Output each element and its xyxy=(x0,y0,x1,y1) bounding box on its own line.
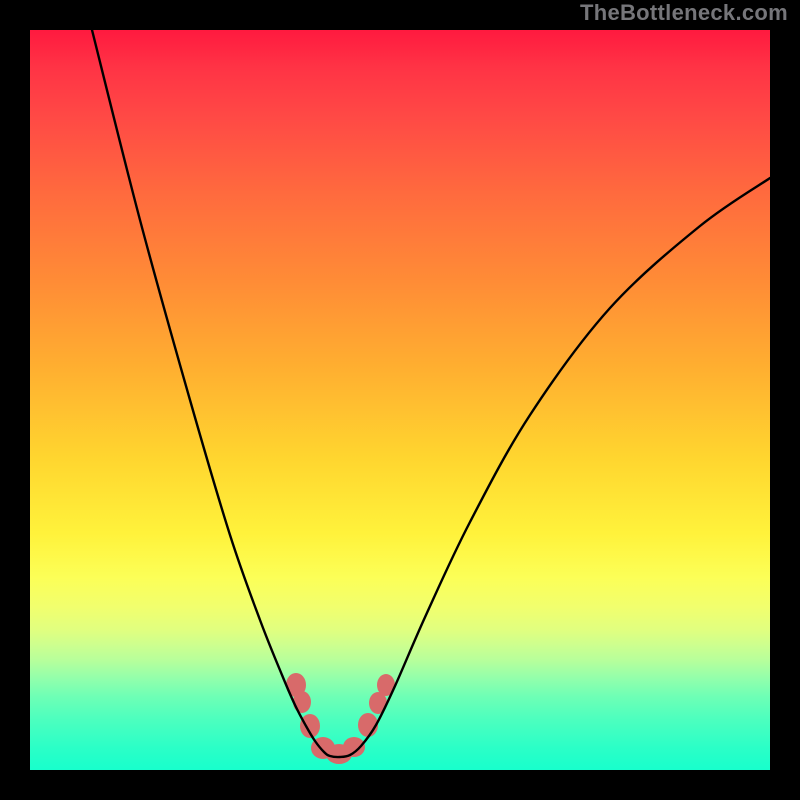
curve-svg xyxy=(30,30,770,770)
curve-nodule-1 xyxy=(293,691,311,713)
gradient-panel xyxy=(30,30,770,770)
bottleneck-curve xyxy=(92,30,770,757)
chart-stage: TheBottleneck.com xyxy=(0,0,800,800)
watermark-text: TheBottleneck.com xyxy=(580,0,788,26)
